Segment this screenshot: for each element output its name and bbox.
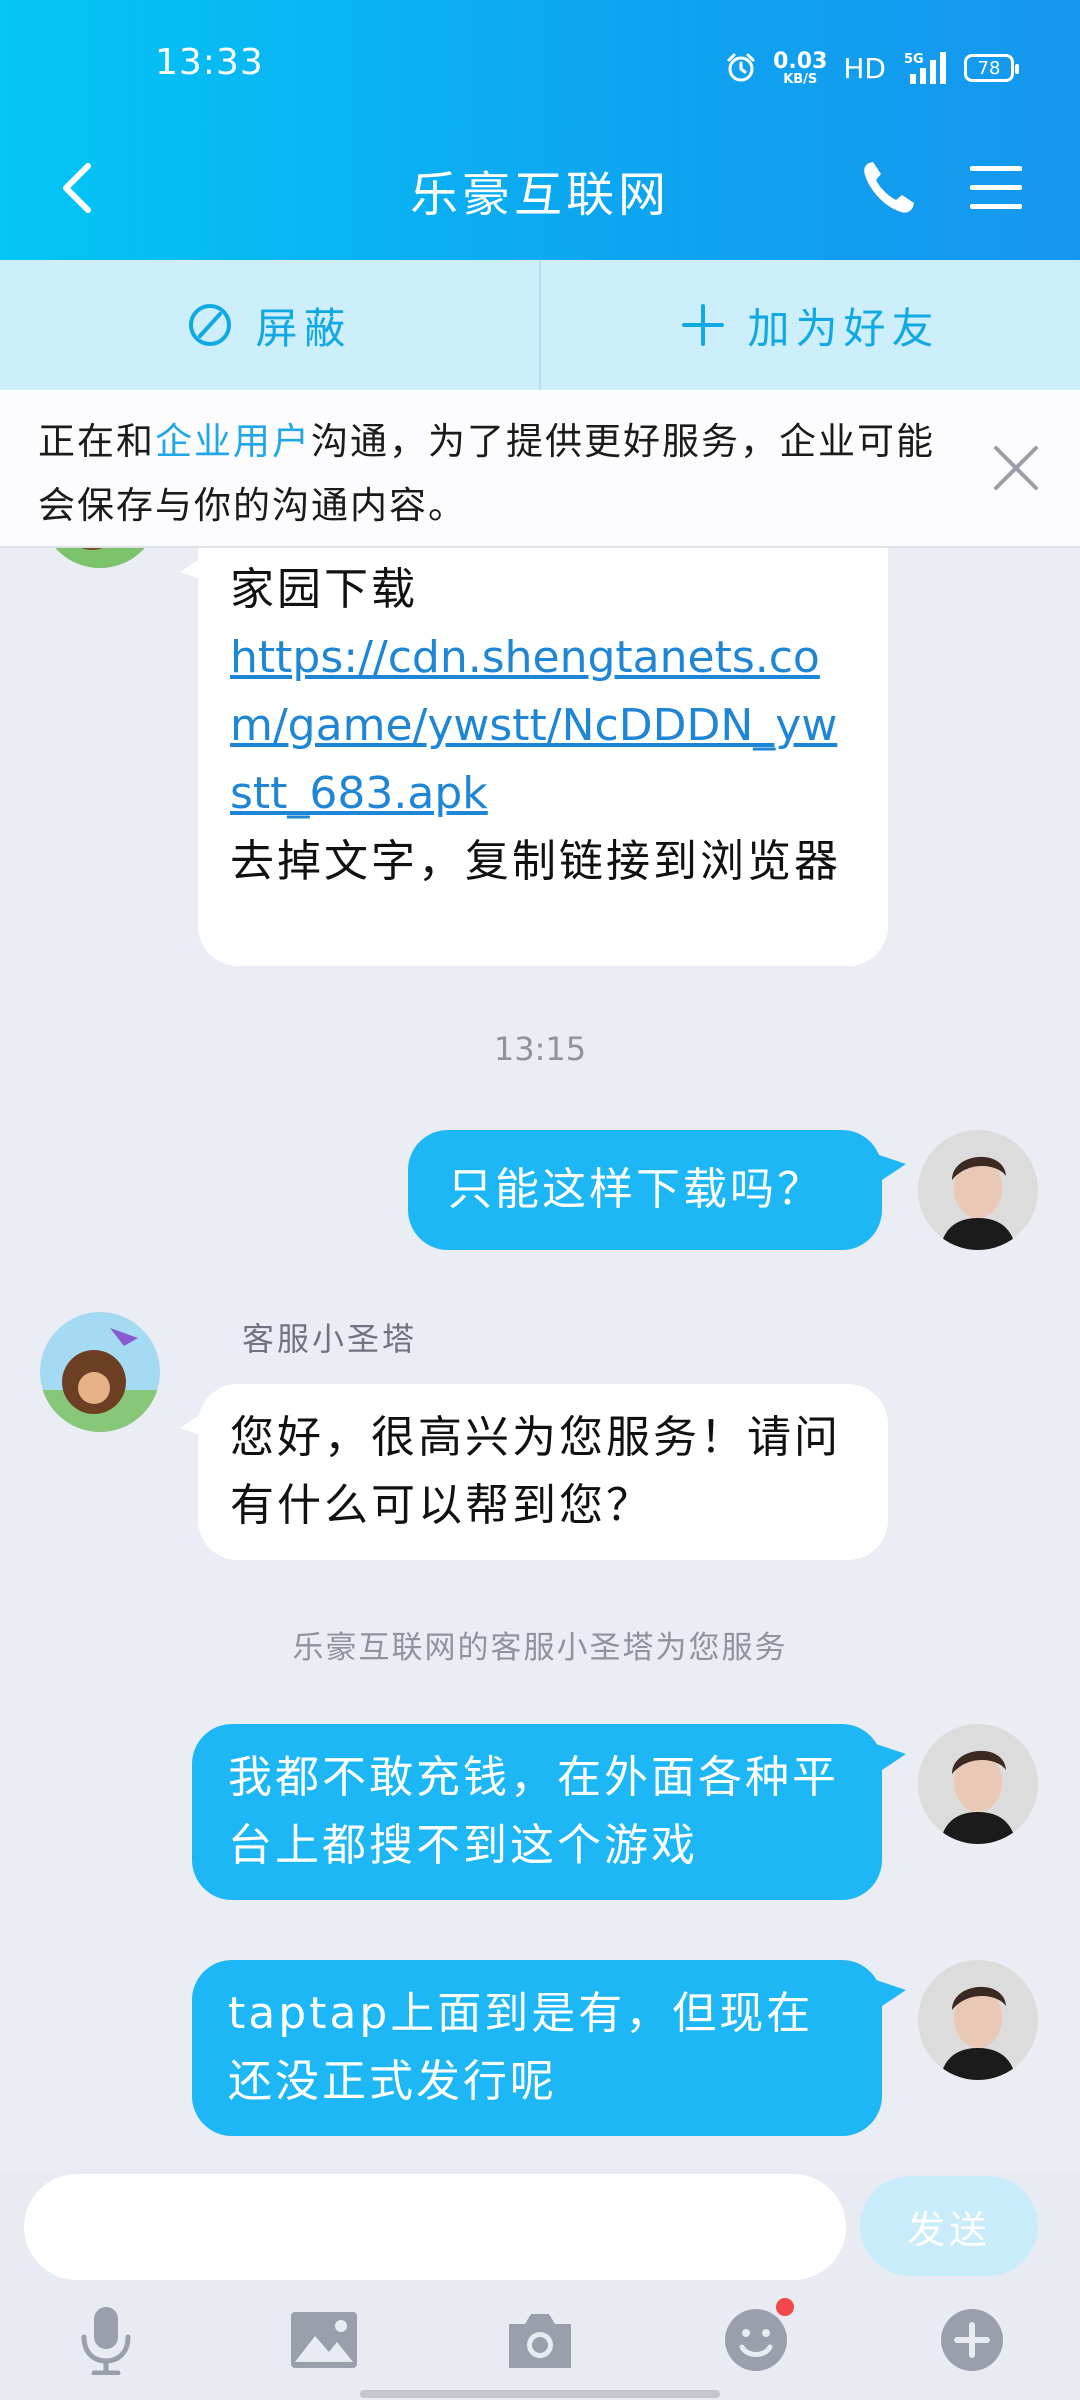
home-indicator[interactable] <box>360 2390 720 2398</box>
camera-button[interactable] <box>500 2300 580 2380</box>
status-bar: 13:33 0.03 KB/S HD 5G 78 <box>0 0 1080 110</box>
svg-text:5G: 5G <box>904 52 924 67</box>
photo-button[interactable] <box>284 2300 364 2380</box>
action-bar: 屏蔽 加为好友 <box>0 260 1080 390</box>
plus-icon <box>682 304 725 346</box>
add-friend-button[interactable]: 加为好友 <box>539 260 1080 390</box>
emoji-button[interactable] <box>716 2298 796 2380</box>
message-bubble-incoming[interactable]: 您好，很高兴为您服务！请问有什么可以帮到您？ <box>198 1384 888 1560</box>
system-note: 乐豪互联网的客服小圣塔为您服务 <box>292 1630 788 1666</box>
message-bubble-outgoing[interactable]: 只能这样下载吗？ <box>408 1130 882 1250</box>
message-input[interactable] <box>24 2174 846 2280</box>
message-text: 只能这样下载吗？ <box>448 1164 824 1215</box>
input-bar: 发送 <box>0 2170 1080 2400</box>
voice-button[interactable] <box>66 2300 146 2380</box>
alarm-icon <box>727 53 755 82</box>
signal-icon: 5G <box>904 52 946 84</box>
enterprise-user-link[interactable]: 企业用户 <box>155 420 311 463</box>
block-icon <box>189 304 232 346</box>
message-timestamp: 13:15 <box>493 1030 587 1068</box>
send-button[interactable]: 发送 <box>860 2176 1038 2276</box>
chat-header: 13:33 0.03 KB/S HD 5G 78 乐豪互联网 <box>0 0 1080 260</box>
user-avatar[interactable] <box>918 1960 1038 2080</box>
agent-avatar[interactable] <box>40 1312 160 1432</box>
unread-dot <box>776 2298 794 2316</box>
message-bubble-outgoing[interactable]: taptap上面到是有，但现在还没正式发行呢 <box>192 1960 882 2136</box>
user-avatar[interactable] <box>918 1130 1038 1250</box>
bubble-tail <box>876 1980 906 2010</box>
bubble-tail <box>876 1744 906 1774</box>
smiley-icon <box>725 2309 787 2371</box>
phone-call-icon[interactable] <box>855 155 921 221</box>
add-friend-label: 加为好友 <box>747 303 940 353</box>
network-speed-unit: KB/S <box>783 71 818 87</box>
camera-icon <box>509 2314 571 2368</box>
download-link[interactable]: https://cdn.shengtanets.com/game/ywstt/N… <box>230 624 858 828</box>
bubble-tail <box>876 1154 906 1184</box>
message-list[interactable]: 家园下载 https://cdn.shengtanets.com/game/yw… <box>0 548 1080 2170</box>
message-text: taptap上面到是有，但现在还没正式发行呢 <box>228 1988 814 2107</box>
battery-indicator: 78 <box>964 54 1019 82</box>
microphone-icon <box>81 2307 131 2375</box>
input-toolbar <box>0 2298 1080 2380</box>
back-arrow-icon[interactable] <box>50 158 110 218</box>
image-icon <box>291 2312 357 2368</box>
hd-indicator: HD <box>843 51 886 85</box>
network-speed: 0.03 KB/S <box>773 48 828 87</box>
message-bubble-outgoing[interactable]: 我都不敢充钱，在外面各种平台上都搜不到这个游戏 <box>192 1724 882 1900</box>
battery-level: 78 <box>977 57 1001 79</box>
user-avatar[interactable] <box>918 1724 1038 1844</box>
block-label: 屏蔽 <box>255 303 352 353</box>
menu-icon[interactable] <box>968 160 1024 216</box>
status-time: 13:33 <box>155 42 264 83</box>
nav-bar: 乐豪互联网 <box>0 130 1080 240</box>
message-text: 去掉文字，复制链接到浏览器 <box>230 836 841 887</box>
notice-prefix: 正在和 <box>38 420 155 463</box>
close-icon[interactable] <box>988 440 1044 496</box>
status-icons: 0.03 KB/S HD 5G 78 <box>725 48 1019 88</box>
message-text: 我都不敢充钱，在外面各种平台上都搜不到这个游戏 <box>228 1752 839 1871</box>
sender-name: 客服小圣塔 <box>242 1320 418 1358</box>
message-text: 您好，很高兴为您服务！请问有什么可以帮到您？ <box>230 1412 841 1531</box>
agent-avatar[interactable] <box>40 548 160 568</box>
network-speed-value: 0.03 <box>773 48 828 74</box>
message-bubble-incoming[interactable]: 家园下载 https://cdn.shengtanets.com/game/yw… <box>198 548 888 966</box>
more-button[interactable] <box>932 2300 1012 2380</box>
enterprise-notice: 正在和企业用户沟通，为了提供更好服务，企业可能会保存与你的沟通内容。 <box>0 390 1080 548</box>
plus-circle-icon <box>941 2309 1003 2371</box>
message-text: 家园下载 <box>230 564 418 615</box>
block-button[interactable]: 屏蔽 <box>0 260 539 390</box>
